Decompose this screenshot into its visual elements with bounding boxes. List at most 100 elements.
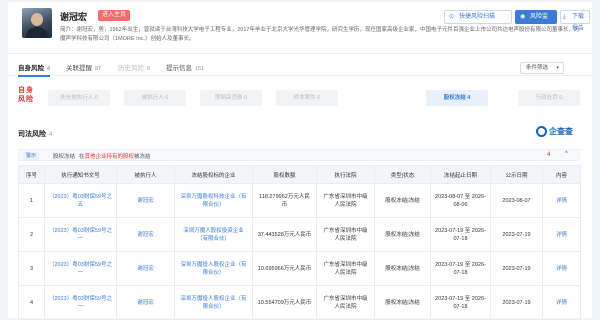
section-title: 司法风险 4 [18,129,52,139]
filter-label: 条件筛选 [526,65,549,71]
tab-tips[interactable]: 提示信息 151 [166,62,204,72]
warning-badge: 警示 [23,152,40,160]
pill-executed[interactable]: 被执行人 0 [124,90,186,106]
table-header-cell: 冻结起止日期 [430,165,491,184]
table-cell[interactable]: 谢冠宏 [116,183,175,218]
table-cell: 2023-07-19 至 2026-07-18 [430,217,491,252]
detail-link[interactable]: 详情 [542,183,581,218]
table-cell: 股权冻结|冻结 [374,217,431,252]
tab-count: 0 [147,66,151,72]
quick-scan-button[interactable]: ⊙ 快捷风险扫描 [444,10,512,24]
pill-admin-penalty[interactable]: 行政处罚 0 [518,90,580,106]
risk-monitor-button[interactable]: ◉ 风险监控 [515,10,557,32]
table-cell[interactable]: 谢冠宏 [116,217,175,252]
freeze-label: 股权冻结 [53,154,76,160]
table-cell[interactable]: 深圳万魔投人股权企业（有限合伙） [174,285,253,320]
tab-label: 历史风险 [118,65,144,72]
table-row: 4 （2023）粤03财保59号之一 谢冠宏 深圳万魔投人股权企业（有限合伙） 10.5… [18,285,581,320]
table-cell: 10.554709万元人民币 [252,285,317,320]
table-cell: 2023-07-19 [490,285,543,320]
brand-mark-icon [536,126,547,138]
table-cell: 1 [18,183,45,218]
table-cell: 10.695966万元人民币 [252,251,317,286]
tab-count: 87 [95,66,102,72]
detail-link[interactable]: 详情 [542,251,581,286]
risk-tabs: 自身风险 4 关联提醒 87 历史风险 0 提示信息 151 [8,58,592,77]
table-cell: 2023-07-19 [490,251,543,286]
table-cell: 2023-07-19 至 2026-07-18 [430,285,491,320]
pill-equity-freeze[interactable]: 股权冻结 4 [426,90,488,106]
freeze-description: 在其他企业持有的股权被冻结 [79,152,151,160]
table-header-cell: 公示日期 [490,165,543,184]
section-count: 4 [49,132,53,138]
table-header-cell: 股权数额 [252,165,317,184]
table-cell[interactable]: 深圳万魔人股权投资企业（有限合伙） [174,217,253,252]
table-header-cell: 类型|状态 [374,165,431,184]
detail-link[interactable]: 详情 [542,285,581,320]
pill-dishonest[interactable]: 失信被执行人 0 [48,90,110,106]
scan-icon: ⊙ [449,14,455,20]
table-row: 2 （2023）粤03财保59号之一 谢冠宏 深圳万魔人股权投资企业（有限合伙） 37.… [18,217,581,252]
tab-label: 提示信息 [166,65,192,72]
chevron-down-icon: ▾ [556,65,559,71]
table-header-cell: 被执行人 [116,165,175,184]
logo-line2: 风险 [18,96,34,103]
detail-link[interactable]: 详情 [542,217,581,252]
equity-freeze-table: 序号 执行通知书文号 被执行人 冻结股权标的企业 股权数额 执行法院 类型|状态 冻结起止日期… [18,165,581,320]
table-cell[interactable]: （2023）粤03财保59号之一 [44,217,117,252]
table-cell: 股权冻结|冻结 [374,251,431,286]
table-header-cell: 执行法院 [316,165,375,184]
person-intro: 简介：谢冠宏，男，1962年出生，曾就读于台湾科技大学电子工程专业，2017年毕… [60,27,580,42]
table-cell: 3 [18,251,45,286]
table-cell: 2023-07-19 至 2026-07-18 [430,251,491,286]
download-icon: ⤓ [563,14,566,20]
table-cell: 广东省深圳市中级人民法院 [316,285,375,320]
table-cell[interactable]: （2023）粤03财保59号之一 [44,285,117,320]
table-cell: 37.443528万元人民币 [252,217,317,252]
table-cell: 广东省深圳市中级人民法院 [316,217,375,252]
brand-logo: 企查查 [536,126,573,138]
download-report-button[interactable]: ⤓ 下载报告 [560,10,590,32]
table-cell: 股权冻结|冻结 [374,183,431,218]
tab-related-alert[interactable]: 关联提醒 87 [66,62,101,72]
equity-freeze-bar[interactable]: 警示 股权冻结 在其他企业持有的股权被冻结 4 ^ [18,149,580,161]
table-cell: 2 [18,217,45,252]
table-cell: 2023-07-19 [490,217,543,252]
desc-post: 被冻结 [134,154,151,160]
freeze-count: 4 [547,152,551,158]
table-row: 1 （2023）粤03财保59号之五 谢冠宏 深圳万魔股权科技企业（有限合伙） 118.… [18,183,581,218]
tab-self-risk[interactable]: 自身风险 4 [18,62,51,77]
table-cell[interactable]: （2023）粤03财保59号之五 [44,183,117,218]
collapse-chevron-icon[interactable]: ^ [565,151,568,157]
avatar [22,8,52,38]
table-header-row: 序号 执行通知书文号 被执行人 冻结股权标的企业 股权数额 执行法院 类型|状态 冻结起止日期… [18,165,581,184]
brand-name: 企查查 [549,127,573,136]
table-cell: 2023-08-07 至 2026-08-06 [430,183,491,218]
pill-terminated-case[interactable]: 终本案件 0 [276,90,338,106]
table-cell[interactable]: 深圳万魔投人股权企业（有限合伙） [174,251,253,286]
table-cell[interactable]: （2023）粤03财保59号之一 [44,251,117,286]
section-title-text: 司法风险 [18,131,46,138]
desc-highlight: 其他企业持有的股权 [84,154,135,160]
self-risk-logo: 自身 风险 [18,86,42,110]
table-cell: 118.279962万元人民币 [252,183,317,218]
tab-count: 151 [195,66,205,72]
tab-label: 自身风险 [18,65,44,72]
tab-label: 关联提醒 [66,65,92,72]
table-cell[interactable]: 谢冠宏 [116,285,175,320]
pill-consumption-limit[interactable]: 限制高消费 0 [200,90,262,106]
table-cell[interactable]: 深圳万魔股权科技企业（有限合伙） [174,183,253,218]
tab-history-risk[interactable]: 历史风险 0 [118,62,150,72]
table-cell[interactable]: 谢冠宏 [116,251,175,286]
enter-homepage-tag[interactable]: 进入主页 [98,10,131,21]
risk-page: 谢冠宏 进入主页 ⊙ 快捷风险扫描 ◉ 风险监控 ⤓ 下载报告 简介：谢冠宏，男… [8,2,592,320]
table-cell: 广东省深圳市中级人民法院 [316,183,375,218]
table-cell: 2023-08-07 [490,183,543,218]
table-cell: 股权冻结|冻结 [374,285,431,320]
filter-button[interactable]: 条件筛选 ▾ [520,62,564,74]
table-header-cell: 序号 [18,165,45,184]
logo-line1: 自身 [18,87,34,94]
monitor-icon: ◉ [520,14,526,20]
table-cell: 广东省深圳市中级人民法院 [316,251,375,286]
person-name: 谢冠宏 [60,12,88,22]
